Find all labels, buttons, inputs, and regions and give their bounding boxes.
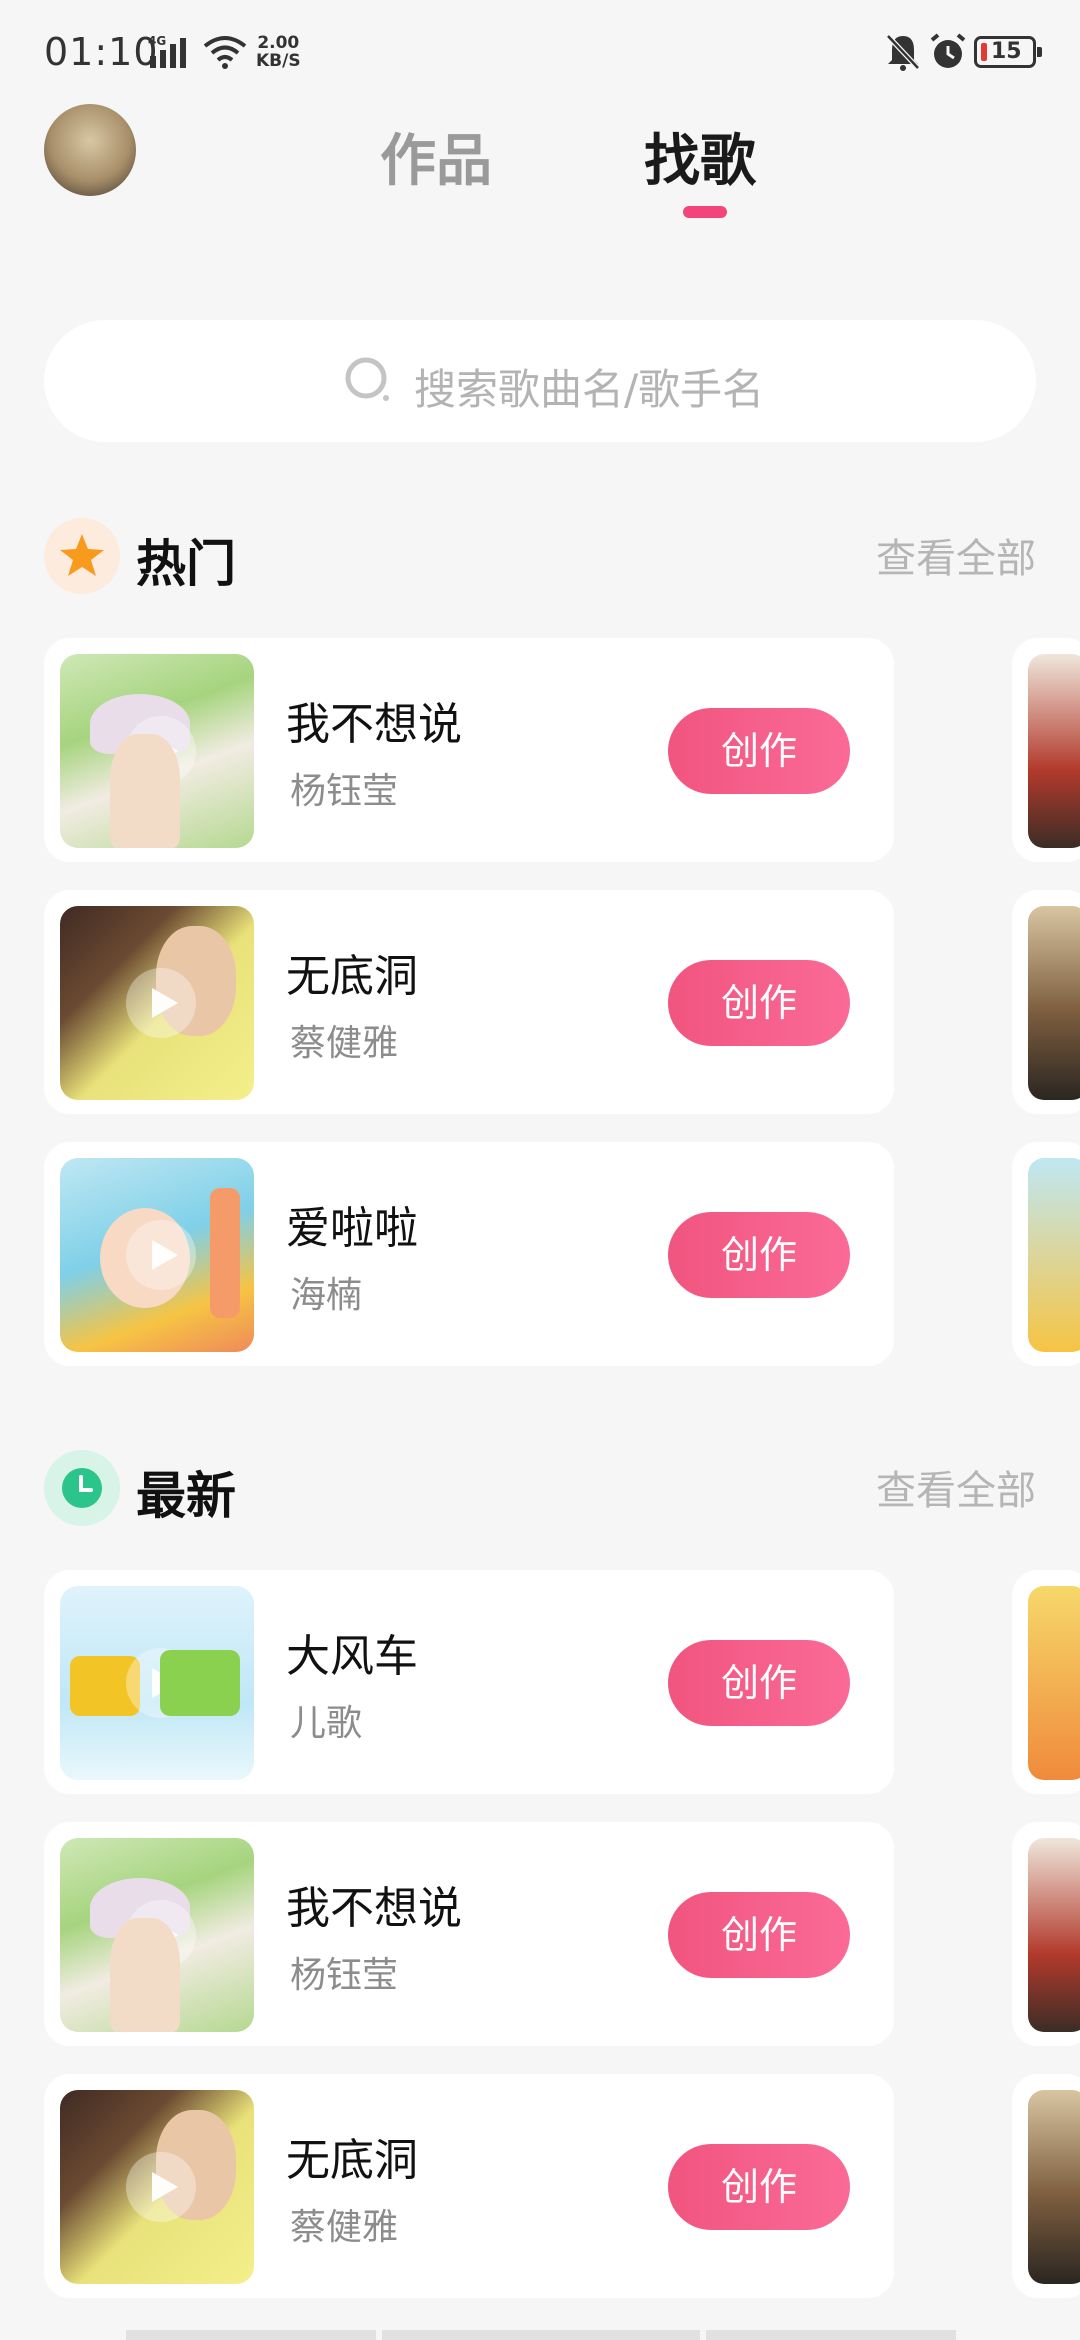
hot-song-card-2[interactable]: 无底洞 蔡健雅 创作	[44, 890, 894, 1114]
latest-song-card-2[interactable]: 我不想说 杨钰莹 创作	[44, 1822, 894, 2046]
search-placeholder: 搜索歌曲名/歌手名	[414, 365, 765, 414]
hot-next-column-card-2[interactable]	[1012, 890, 1080, 1114]
create-button[interactable]: 创作	[668, 2144, 850, 2230]
latest-section-title: 最新	[136, 1467, 236, 1525]
network-speed: 2.00 KB/S	[256, 33, 301, 71]
status-time: 01:10	[44, 30, 159, 74]
song-artist: 蔡健雅	[290, 1023, 399, 1064]
search-icon	[345, 357, 389, 401]
latest-song-card-3[interactable]: 无底洞 蔡健雅 创作	[44, 2074, 894, 2298]
album-cover	[60, 1158, 254, 1352]
hot-next-column-card-3[interactable]	[1012, 1142, 1080, 1366]
latest-next-column-card-3[interactable]	[1012, 2074, 1080, 2298]
song-artist: 杨钰莹	[290, 771, 399, 812]
play-icon[interactable]	[126, 716, 196, 786]
album-cover	[1028, 906, 1080, 1100]
star-icon	[60, 534, 104, 576]
album-cover	[1028, 654, 1080, 848]
play-icon[interactable]	[126, 1220, 196, 1290]
bottom-divider	[126, 2330, 376, 2340]
song-title: 我不想说	[286, 699, 462, 750]
tab-works[interactable]: 作品	[380, 116, 492, 197]
avatar[interactable]	[44, 104, 136, 196]
latest-section-icon	[44, 1450, 120, 1526]
create-button[interactable]: 创作	[668, 1640, 850, 1726]
hot-song-card-1[interactable]: 我不想说 杨钰莹 创作	[44, 638, 894, 862]
song-artist: 蔡健雅	[290, 2207, 399, 2248]
clock-icon	[62, 1468, 102, 1508]
album-cover	[60, 2090, 254, 2284]
album-cover	[1028, 1158, 1080, 1352]
create-button[interactable]: 创作	[668, 1892, 850, 1978]
song-artist: 儿歌	[290, 1703, 363, 1744]
latest-next-column-card-2[interactable]	[1012, 1822, 1080, 2046]
album-cover	[1028, 1838, 1080, 2032]
status-bar: 01:10 4G 2.00 KB/S 15	[0, 0, 1080, 100]
play-icon[interactable]	[126, 2152, 196, 2222]
battery-indicator: 15	[974, 36, 1042, 68]
album-cover	[60, 1838, 254, 2032]
song-artist: 杨钰莹	[290, 1955, 399, 1996]
wifi-icon	[203, 36, 247, 69]
hot-song-card-3[interactable]: 爱啦啦 海楠 创作	[44, 1142, 894, 1366]
create-button[interactable]: 创作	[668, 708, 850, 794]
album-cover	[60, 1586, 254, 1780]
hot-section-title: 热门	[136, 535, 236, 593]
play-icon[interactable]	[126, 1648, 196, 1718]
play-icon[interactable]	[126, 968, 196, 1038]
network-type: 4G	[148, 34, 167, 48]
song-title: 无底洞	[286, 2135, 418, 2186]
album-cover	[1028, 2090, 1080, 2284]
song-artist: 海楠	[290, 1275, 363, 1316]
mute-bell-icon	[886, 34, 920, 71]
album-cover	[60, 654, 254, 848]
album-cover	[60, 906, 254, 1100]
song-title: 我不想说	[286, 1883, 462, 1934]
song-title: 大风车	[286, 1631, 418, 1682]
hot-next-column-card-1[interactable]	[1012, 638, 1080, 862]
hot-view-all-link[interactable]: 查看全部	[876, 526, 1036, 584]
album-cover	[1028, 1586, 1080, 1780]
latest-view-all-link[interactable]: 查看全部	[876, 1458, 1036, 1516]
bottom-divider	[382, 2330, 700, 2340]
play-icon[interactable]	[126, 1900, 196, 1970]
latest-next-column-card-1[interactable]	[1012, 1570, 1080, 1794]
latest-song-card-1[interactable]: 大风车 儿歌 创作	[44, 1570, 894, 1794]
song-title: 无底洞	[286, 951, 418, 1002]
alarm-icon	[930, 33, 966, 68]
create-button[interactable]: 创作	[668, 960, 850, 1046]
bottom-divider	[706, 2330, 956, 2340]
song-title: 爱啦啦	[286, 1203, 418, 1254]
active-tab-indicator	[683, 206, 727, 218]
create-button[interactable]: 创作	[668, 1212, 850, 1298]
tab-find-song[interactable]: 找歌	[644, 116, 756, 197]
hot-section-icon	[44, 518, 120, 594]
